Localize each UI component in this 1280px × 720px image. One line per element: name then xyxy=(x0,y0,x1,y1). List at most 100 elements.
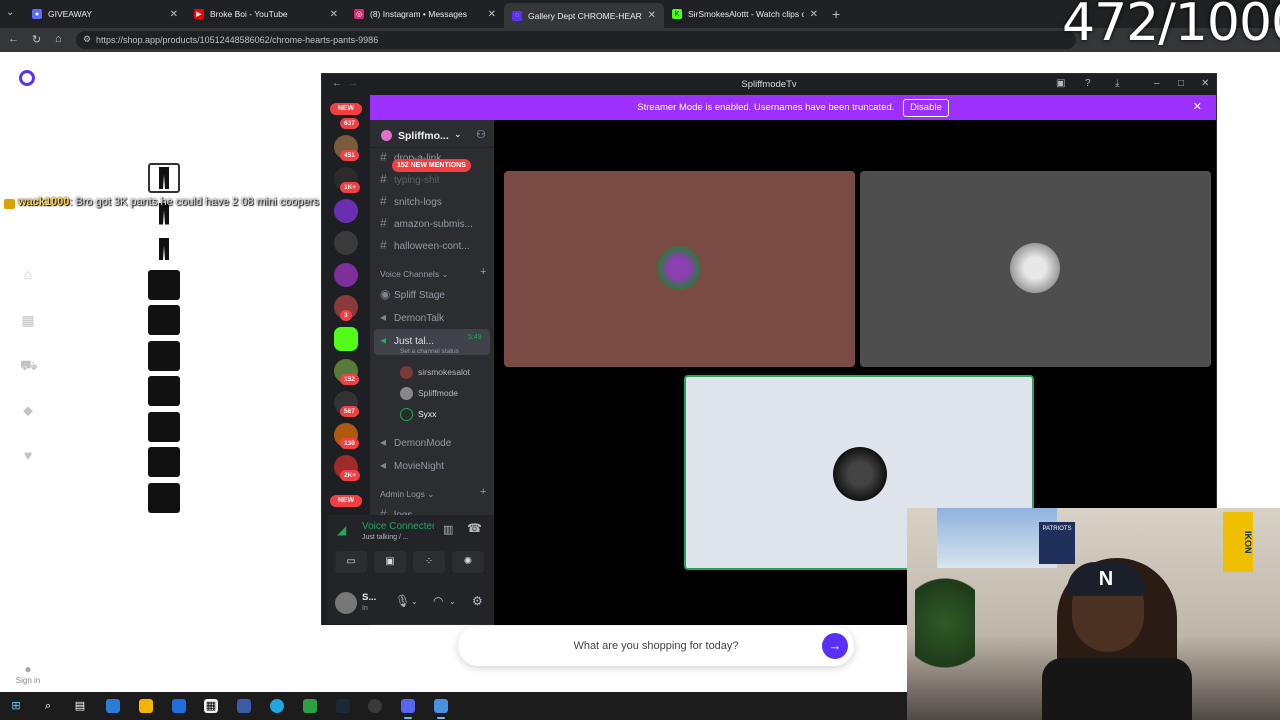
site-info-icon[interactable]: ⚙ xyxy=(83,34,91,45)
channel-snitch-logs[interactable]: # snitch-logs xyxy=(380,194,442,208)
microphone-icon[interactable]: 🎙 xyxy=(395,594,410,608)
app-icon[interactable] xyxy=(434,699,448,719)
copilot-icon[interactable] xyxy=(106,699,120,713)
chevron-down-icon[interactable]: ⌄ xyxy=(449,597,456,606)
product-thumbnail[interactable] xyxy=(148,163,180,193)
screen-share-icon[interactable]: ▣ xyxy=(374,551,406,573)
server-header[interactable]: Spliffmo... ⌄ ⚇ xyxy=(370,120,494,148)
help-icon[interactable]: ? xyxy=(1085,78,1091,89)
channel-halloween[interactable]: # halloween-cont... xyxy=(380,238,470,252)
inbox-icon[interactable]: ▣ xyxy=(1056,78,1065,89)
outlook-icon[interactable] xyxy=(172,699,186,713)
search-icon[interactable]: ⌕ xyxy=(41,699,55,713)
app-icon[interactable] xyxy=(237,699,251,713)
disconnect-icon[interactable]: ☎ xyxy=(467,521,482,535)
voice-member[interactable]: sirsmokesalot xyxy=(400,366,470,379)
tab-youtube[interactable]: ▶ Broke Boi - YouTube ✕ xyxy=(186,3,346,25)
product-thumbnail[interactable] xyxy=(148,234,180,264)
close-tab-icon[interactable]: ✕ xyxy=(170,9,178,20)
home-icon[interactable]: ⌂ xyxy=(55,33,62,45)
channel-status-hint[interactable]: Set a channel status xyxy=(400,348,459,355)
disable-streamer-mode-button[interactable]: Disable xyxy=(903,99,949,117)
tab-search-icon[interactable]: ⌄ xyxy=(6,7,14,18)
app-icon[interactable] xyxy=(303,699,317,713)
shop-search-bar[interactable]: → xyxy=(458,626,854,666)
shop-search-input[interactable] xyxy=(458,626,854,666)
settings-gear-icon[interactable]: ⚙ xyxy=(472,594,483,608)
reload-icon[interactable]: ↻ xyxy=(32,33,41,46)
close-tab-icon[interactable]: ✕ xyxy=(648,10,656,21)
participant-tile[interactable] xyxy=(504,171,855,367)
close-tab-icon[interactable]: ✕ xyxy=(330,9,338,20)
tab-kick[interactable]: K SirSmokesAlottt - Watch clips on K ✕ xyxy=(664,3,826,25)
voice-demonmode[interactable]: ◂ DemonMode xyxy=(380,435,451,449)
maximize-icon[interactable]: □ xyxy=(1178,78,1184,89)
task-view-icon[interactable]: ▤ xyxy=(73,699,87,713)
product-thumbnail[interactable] xyxy=(148,376,180,406)
tab-instagram[interactable]: ◎ (8) Instagram • Messages ✕ xyxy=(346,3,504,25)
voice-movienight[interactable]: ◂ MovieNight xyxy=(380,458,444,472)
store-icon[interactable]: ▦ xyxy=(204,699,218,713)
product-thumbnail[interactable] xyxy=(148,305,180,335)
signal-icon[interactable]: ◢ xyxy=(337,523,346,537)
home-icon[interactable]: ⌂ xyxy=(20,266,36,282)
product-thumbnail[interactable] xyxy=(148,411,180,442)
voice-demontalk[interactable]: ◂ DemonTalk xyxy=(380,310,444,324)
voice-just-talking[interactable]: ◂ Just tal... xyxy=(380,333,434,347)
channel-amazon[interactable]: # amazon-submis... xyxy=(380,216,473,230)
add-channel-icon[interactable]: + xyxy=(480,486,486,498)
avatar[interactable] xyxy=(335,592,357,614)
shop-logo-icon[interactable] xyxy=(19,70,35,86)
server-icon[interactable] xyxy=(334,231,358,255)
channel-label: Spliff Stage xyxy=(394,290,445,301)
new-tab-button[interactable]: + xyxy=(832,6,840,22)
tag-icon[interactable]: ⬥ xyxy=(20,402,36,418)
product-thumbnail[interactable] xyxy=(148,269,180,300)
close-banner-icon[interactable]: ✕ xyxy=(1193,95,1202,120)
tab-gallery-dept[interactable]: ◌ Gallery Dept CHROME-HEARTS Pa ✕ xyxy=(504,3,664,28)
download-icon[interactable]: ⤓ xyxy=(1115,78,1119,89)
server-icon[interactable] xyxy=(334,263,358,287)
channel-typing[interactable]: # typing-shit xyxy=(380,172,440,186)
tab-giveaway[interactable]: ● GIVEAWAY ✕ xyxy=(24,3,186,25)
voice-channel-sub[interactable]: Just talking / ... xyxy=(362,534,409,541)
noise-suppression-icon[interactable]: ▥ xyxy=(443,523,453,536)
add-channel-icon[interactable]: + xyxy=(480,266,486,278)
voice-spliff-stage[interactable]: ◉ Spliff Stage xyxy=(380,287,445,301)
voice-category[interactable]: Voice Channels ⌄ xyxy=(380,269,449,280)
admin-logs-category[interactable]: Admin Logs ⌄ xyxy=(380,489,434,500)
channel-label: amazon-submis... xyxy=(394,219,473,230)
minimize-icon[interactable]: – xyxy=(1154,78,1160,89)
new-mentions-pill[interactable]: 152 NEW MENTIONS xyxy=(392,159,471,172)
product-thumbnail[interactable] xyxy=(148,340,180,371)
grid-icon[interactable]: ▦ xyxy=(20,312,36,328)
voice-member[interactable]: Syxx xyxy=(400,408,436,421)
close-window-icon[interactable]: ✕ xyxy=(1201,78,1209,89)
product-thumbnail[interactable] xyxy=(148,447,180,477)
chevron-down-icon[interactable]: ⌄ xyxy=(411,597,418,606)
cart-icon[interactable]: ⛟ xyxy=(20,357,38,373)
search-submit-icon[interactable]: → xyxy=(822,633,848,659)
close-tab-icon[interactable]: ✕ xyxy=(810,9,818,20)
steam-icon[interactable] xyxy=(336,699,350,713)
soundboard-icon[interactable]: ✺ xyxy=(452,551,484,573)
sign-in-button[interactable]: ● Sign in xyxy=(10,662,46,685)
product-thumbnail[interactable] xyxy=(148,482,180,513)
kick-server-icon[interactable] xyxy=(334,327,358,351)
activities-icon[interactable]: ⁘ xyxy=(413,551,445,573)
heart-icon[interactable]: ♥ xyxy=(20,447,36,463)
back-icon[interactable]: ← xyxy=(8,33,19,45)
address-bar[interactable]: ⚙ https://shop.app/products/105124485860… xyxy=(76,31,1076,49)
participant-tile[interactable] xyxy=(860,171,1211,367)
close-tab-icon[interactable]: ✕ xyxy=(488,9,496,20)
app-icon[interactable] xyxy=(368,699,382,713)
server-icon[interactable] xyxy=(334,199,358,223)
edge-icon[interactable] xyxy=(270,699,284,713)
video-off-icon[interactable]: ▭ xyxy=(335,551,367,573)
discord-icon[interactable] xyxy=(401,699,415,719)
file-explorer-icon[interactable] xyxy=(139,699,153,713)
windows-start-icon[interactable]: ⊞ xyxy=(9,699,23,713)
headphones-icon[interactable]: ◠ xyxy=(433,594,443,608)
voice-member[interactable]: Spliffmode xyxy=(400,387,458,400)
invite-icon[interactable]: ⚇ xyxy=(476,128,486,141)
